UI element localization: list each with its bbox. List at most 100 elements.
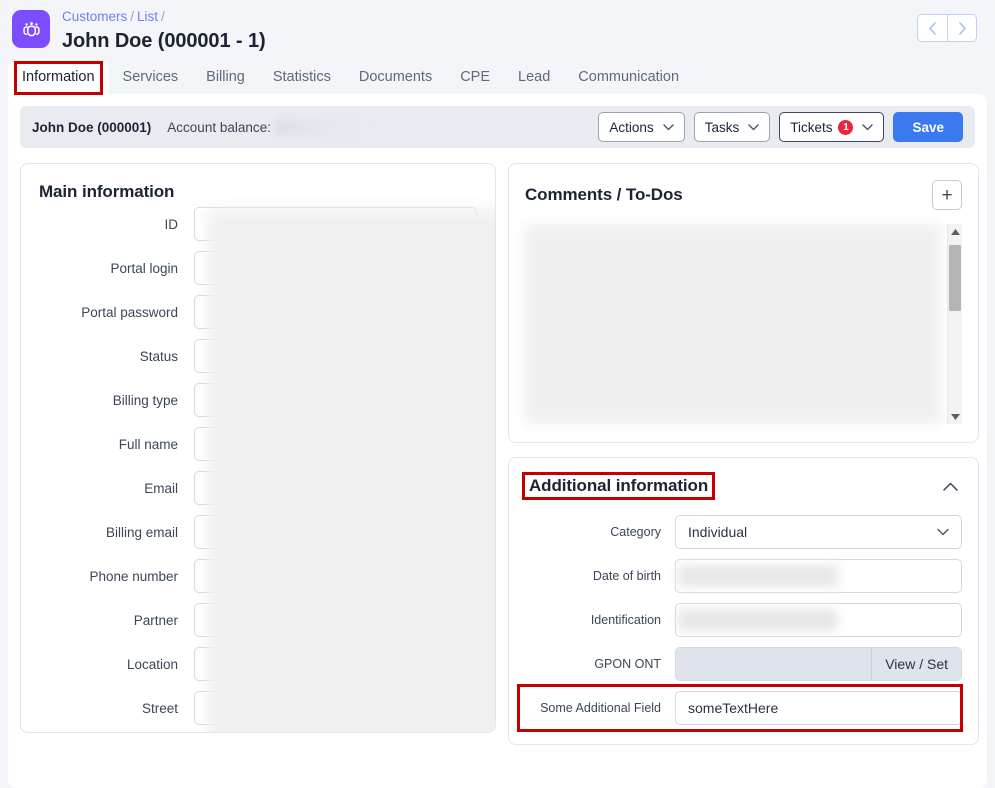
tab-bar: Information Services Billing Statistics … xyxy=(0,61,995,95)
chevron-right-icon xyxy=(958,21,966,35)
field-label-portal-password: Portal password xyxy=(81,304,178,320)
comments-scrollbar[interactable] xyxy=(947,224,962,424)
date-of-birth-input[interactable] xyxy=(675,559,962,593)
date-of-birth-value-redacted xyxy=(678,565,838,587)
chevron-down-icon xyxy=(937,528,949,536)
field-input-phone-number[interactable] xyxy=(194,559,477,593)
tab-cpe[interactable]: CPE xyxy=(446,62,504,94)
category-select-value: Individual xyxy=(688,524,748,540)
some-additional-field-input[interactable]: someTextHere xyxy=(675,691,962,725)
field-label-partner: Partner xyxy=(133,612,178,628)
plus-icon: + xyxy=(941,184,953,206)
form-row-status: Status xyxy=(39,334,477,378)
field-input-portal-password[interactable] xyxy=(194,295,477,329)
field-input-id[interactable] xyxy=(194,207,477,241)
next-record-button[interactable] xyxy=(947,14,977,42)
identification-input[interactable] xyxy=(675,603,962,637)
save-button-label: Save xyxy=(912,119,944,135)
tab-statistics-label: Statistics xyxy=(272,69,331,85)
additional-row-gpon-ont: GPON ONT View / Set xyxy=(525,642,962,686)
tab-information-label: Information xyxy=(22,69,95,85)
customers-group-icon xyxy=(12,10,50,48)
field-input-location[interactable] xyxy=(194,647,477,681)
additional-label-category: Category xyxy=(610,525,661,539)
gpon-ont-input-group: View / Set xyxy=(675,647,962,681)
scrollbar-thumb[interactable] xyxy=(949,245,961,311)
tab-billing[interactable]: Billing xyxy=(192,62,259,94)
form-row-portal-login: Portal login xyxy=(39,246,477,290)
previous-record-button[interactable] xyxy=(917,14,947,42)
tab-statistics[interactable]: Statistics xyxy=(259,62,345,94)
field-input-partner[interactable] xyxy=(194,603,477,637)
tab-cpe-label: CPE xyxy=(460,69,491,85)
tab-services-label: Services xyxy=(122,69,179,85)
gpon-ont-view-set-button[interactable]: View / Set xyxy=(872,648,961,680)
scrollbar-track[interactable] xyxy=(948,239,962,409)
comments-panel-header: Comments / To-Dos + xyxy=(525,180,962,210)
form-row-full-name: Full name xyxy=(39,422,477,466)
tasks-button[interactable]: Tasks xyxy=(693,112,771,142)
actions-button[interactable]: Actions xyxy=(598,112,685,142)
scroll-up-arrow-icon[interactable] xyxy=(948,224,963,239)
customer-toolbar: John Doe (000001) Account balance: Actio… xyxy=(20,106,975,148)
form-row-next xyxy=(39,730,477,732)
breadcrumb-separator-2: / xyxy=(161,9,165,24)
field-input-portal-login[interactable] xyxy=(194,251,477,285)
field-input-street[interactable] xyxy=(194,691,477,725)
tab-communication[interactable]: Communication xyxy=(564,62,693,94)
add-comment-button[interactable]: + xyxy=(932,180,962,210)
field-input-status[interactable] xyxy=(194,339,477,373)
toolbar-customer-name: John Doe (000001) xyxy=(32,119,152,135)
toolbar-balance-value-redacted xyxy=(274,118,370,136)
form-row-location: Location xyxy=(39,642,477,686)
tab-information[interactable]: Information xyxy=(8,61,109,95)
save-button[interactable]: Save xyxy=(893,112,963,142)
tab-lead-label: Lead xyxy=(518,69,551,85)
tickets-button[interactable]: Tickets 1 xyxy=(779,112,885,142)
category-select[interactable]: Individual xyxy=(675,515,962,549)
identification-value-redacted xyxy=(678,609,838,631)
comments-list xyxy=(525,224,962,424)
additional-information-panel: Additional information Category Individu… xyxy=(508,457,979,745)
gpon-ont-input[interactable] xyxy=(676,648,873,680)
tab-services[interactable]: Services xyxy=(109,62,193,94)
tab-lead[interactable]: Lead xyxy=(504,62,564,94)
chevron-down-icon xyxy=(748,123,759,131)
chevron-up-icon[interactable] xyxy=(943,482,962,491)
field-input-full-name[interactable] xyxy=(194,427,477,461)
content-card: John Doe (000001) Account balance: Actio… xyxy=(8,94,987,788)
form-row-street: Street xyxy=(39,686,477,730)
field-input-billing-type[interactable] xyxy=(194,383,477,417)
additional-information-title-wrapper: Additional information xyxy=(522,472,716,500)
page-header: Customers / List / John Doe (000001 - 1) xyxy=(0,0,995,62)
field-label-full-name: Full name xyxy=(118,436,178,452)
field-input-billing-email[interactable] xyxy=(194,515,477,549)
additional-information-header[interactable]: Additional information xyxy=(522,472,962,500)
breadcrumb-item-list[interactable]: List xyxy=(137,9,158,24)
additional-row-category: Category Individual xyxy=(525,510,962,554)
field-label-location: Location xyxy=(126,656,178,672)
form-row-email: Email xyxy=(39,466,477,510)
breadcrumb-separator: / xyxy=(130,9,135,24)
field-label-id: ID xyxy=(164,216,179,232)
chevron-down-icon xyxy=(862,123,874,131)
form-row-id: ID xyxy=(39,202,477,246)
breadcrumb-item-customers[interactable]: Customers xyxy=(62,9,127,24)
field-label-street: Street xyxy=(141,700,178,716)
tab-documents[interactable]: Documents xyxy=(345,62,446,94)
comments-panel-title: Comments / To-Dos xyxy=(525,185,683,204)
additional-row-identification: Identification xyxy=(525,598,962,642)
field-input-email[interactable] xyxy=(194,471,477,505)
field-label-billing-type: Billing type xyxy=(112,392,178,408)
breadcrumb: Customers / List / xyxy=(62,8,266,25)
panels-container: Main information ID Portal login Portal … xyxy=(20,163,979,745)
record-navigation xyxy=(917,14,977,42)
additional-label-some-additional-field: Some Additional Field xyxy=(540,701,661,715)
form-row-billing-type: Billing type xyxy=(39,378,477,422)
tasks-button-label: Tasks xyxy=(704,119,740,135)
tab-documents-label: Documents xyxy=(358,69,433,85)
form-row-partner: Partner xyxy=(39,598,477,642)
field-label-status: Status xyxy=(139,348,178,364)
scroll-down-arrow-icon[interactable] xyxy=(948,409,963,424)
toolbar-balance-label: Account balance: xyxy=(167,119,271,135)
